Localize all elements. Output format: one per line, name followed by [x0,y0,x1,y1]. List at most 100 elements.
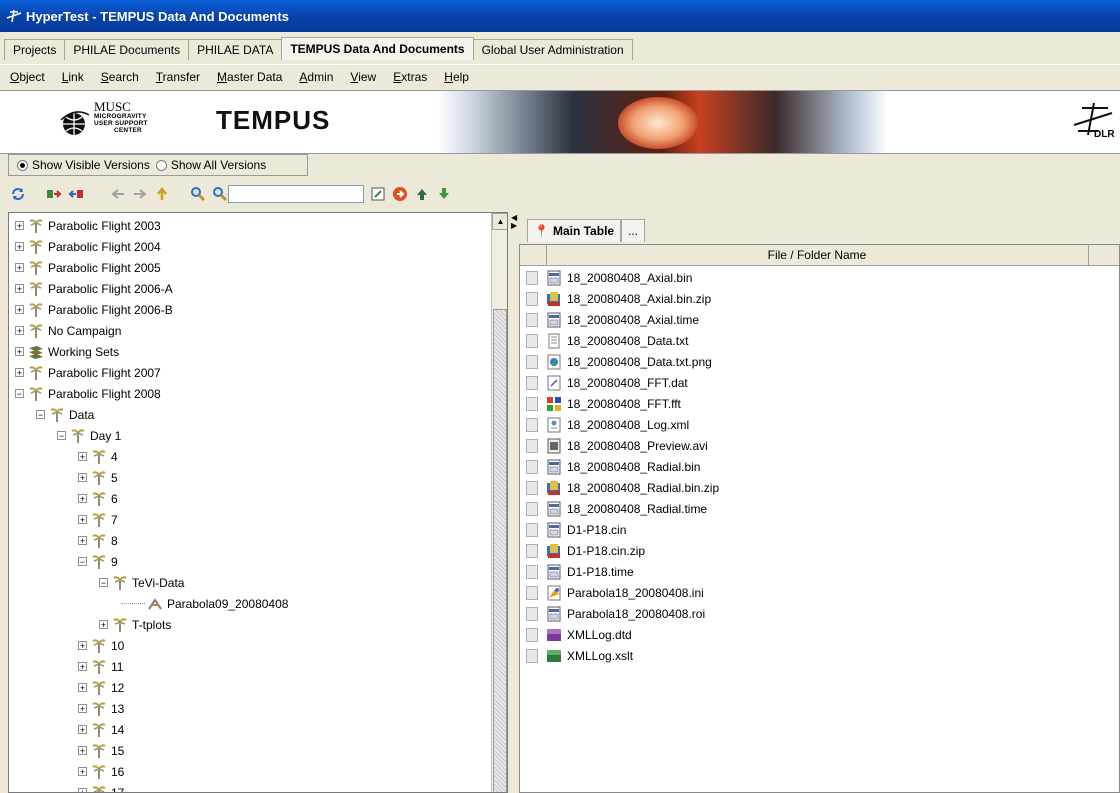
tree-node[interactable]: +13 [78,698,124,719]
table-row[interactable]: 18_20080408_FFT.fft [520,393,1119,414]
tree-scrollbar[interactable]: ▲ [491,213,507,792]
column-header-type[interactable] [520,245,547,265]
scroll-thumb[interactable] [493,309,507,792]
table-row[interactable]: 18_20080408_Axial.bin.zip [520,288,1119,309]
upload-icon[interactable] [414,186,430,202]
expand-toggle-icon[interactable]: + [78,473,87,483]
table-row[interactable]: XMLLog.xslt [520,645,1119,666]
tree-node[interactable]: +17 [78,782,124,792]
menu-item[interactable]: Admin [299,70,333,84]
tree-node[interactable]: − Day 1 [57,425,121,446]
tree-node[interactable]: + Parabolic Flight 2005 [15,257,161,278]
tree-node[interactable]: + Parabolic Flight 2007 [15,362,161,383]
expand-toggle-icon[interactable]: + [78,515,87,525]
search-icon[interactable] [190,186,206,202]
table-row[interactable]: Parabola18_20080408.roi [520,603,1119,624]
tree-node[interactable]: − Data [36,404,94,425]
menu-item[interactable]: View [350,70,376,84]
project-tab[interactable]: Global User Administration [472,39,633,60]
table-row[interactable]: 18_20080408_Data.txt [520,330,1119,351]
expand-toggle-icon[interactable]: + [15,221,24,231]
tree-node[interactable]: +16 [78,761,124,782]
expand-toggle-icon[interactable]: + [78,704,87,714]
table-row[interactable]: XMLLog.dtd [520,624,1119,645]
expand-toggle-icon[interactable]: + [15,263,24,273]
sync-left-icon[interactable] [68,186,84,202]
table-row[interactable]: 18_20080408_Radial.bin.zip [520,477,1119,498]
expand-toggle-icon[interactable]: + [78,788,87,792]
column-header-name[interactable]: File / Folder Name [546,245,1089,265]
tree-node[interactable]: + Working Sets [15,341,119,362]
expand-toggle-icon[interactable]: + [78,494,87,504]
collapse-toggle-icon[interactable]: − [57,431,66,441]
visible-versions-radio[interactable] [17,159,28,171]
table-row[interactable]: D1-P18.cin.zip [520,540,1119,561]
all-versions-radio[interactable] [155,159,167,171]
expand-toggle-icon[interactable]: + [15,305,24,315]
split-divider[interactable]: ◀ ▶ [509,212,519,793]
tree-node[interactable]: + Parabolic Flight 2003 [15,215,161,236]
tree-node[interactable]: − Parabolic Flight 2008 [15,383,161,404]
project-tab[interactable]: Projects [4,39,66,60]
collapse-toggle-icon[interactable]: − [78,557,87,567]
tree-node[interactable]: Parabola09_20080408 [120,593,288,614]
tree-node[interactable]: −9 [78,551,118,572]
table-row[interactable]: D1-P18.cin [520,519,1119,540]
menu-item[interactable]: Link [62,70,84,84]
tree-node[interactable]: +10 [78,635,124,656]
up-arrow-icon[interactable] [154,186,170,202]
download-icon[interactable] [436,186,452,202]
project-tab[interactable]: PHILAE DATA [188,39,283,60]
menu-item[interactable]: Extras [393,70,427,84]
tree-node[interactable]: +15 [78,740,124,761]
menu-item[interactable]: Object [10,70,45,84]
table-row[interactable]: 18_20080408_Data.txt.png [520,351,1119,372]
table-row[interactable]: 18_20080408_Axial.bin [520,267,1119,288]
expand-toggle-icon[interactable]: + [78,662,87,672]
expand-toggle-icon[interactable]: + [15,326,24,336]
menu-item[interactable]: Transfer [156,70,200,84]
collapse-toggle-icon[interactable]: − [15,389,24,399]
expand-toggle-icon[interactable]: + [78,725,87,735]
expand-toggle-icon[interactable]: + [15,284,24,294]
refresh-icon[interactable] [10,186,26,202]
tab-main-table[interactable]: 📍 Main Table [527,219,622,242]
expand-toggle-icon[interactable]: + [78,452,87,462]
forward-arrow-icon[interactable] [132,186,148,202]
expand-toggle-icon[interactable]: + [78,641,87,651]
project-tab[interactable]: PHILAE Documents [64,39,190,60]
visible-versions-label[interactable]: Show Visible Versions [32,158,150,172]
tree-node[interactable]: +14 [78,719,124,740]
project-tab[interactable]: TEMPUS Data And Documents [281,37,474,60]
menu-item[interactable]: Search [101,70,139,84]
table-row[interactable]: D1-P18.time [520,561,1119,582]
expand-toggle-icon[interactable]: + [15,242,24,252]
expand-toggle-icon[interactable]: + [15,368,24,378]
table-row[interactable]: 18_20080408_Log.xml [520,414,1119,435]
table-row[interactable]: Parabola18_20080408.ini [520,582,1119,603]
tree-node[interactable]: + Parabolic Flight 2006-B [15,299,173,320]
collapse-toggle-icon[interactable]: − [99,578,108,588]
tree-node[interactable]: +5 [78,467,118,488]
tree-node[interactable]: − TeVi-Data [99,572,184,593]
tree-node[interactable]: + T-tplots [99,614,171,635]
expand-toggle-icon[interactable]: + [78,536,87,546]
expand-toggle-icon[interactable]: + [78,683,87,693]
table-row[interactable]: 18_20080408_FFT.dat [520,372,1119,393]
tree-node[interactable]: +7 [78,509,118,530]
search-input[interactable] [228,185,364,203]
tree-node[interactable]: +11 [78,656,123,677]
collapse-toggle-icon[interactable]: − [36,410,45,420]
tree-node[interactable]: +4 [78,446,118,467]
menu-item[interactable]: Help [444,70,469,84]
back-arrow-icon[interactable] [110,186,126,202]
table-row[interactable]: 18_20080408_Axial.time [520,309,1119,330]
tree-node[interactable]: +12 [78,677,124,698]
expand-toggle-icon[interactable]: + [15,347,24,357]
tree-node[interactable]: + Parabolic Flight 2006-A [15,278,173,299]
sync-right-icon[interactable] [46,186,62,202]
tree-node[interactable]: + Parabolic Flight 2004 [15,236,161,257]
menu-item[interactable]: Master Data [217,70,282,84]
table-row[interactable]: 18_20080408_Radial.bin [520,456,1119,477]
collapse-right-icon[interactable]: ▶ [511,222,517,230]
